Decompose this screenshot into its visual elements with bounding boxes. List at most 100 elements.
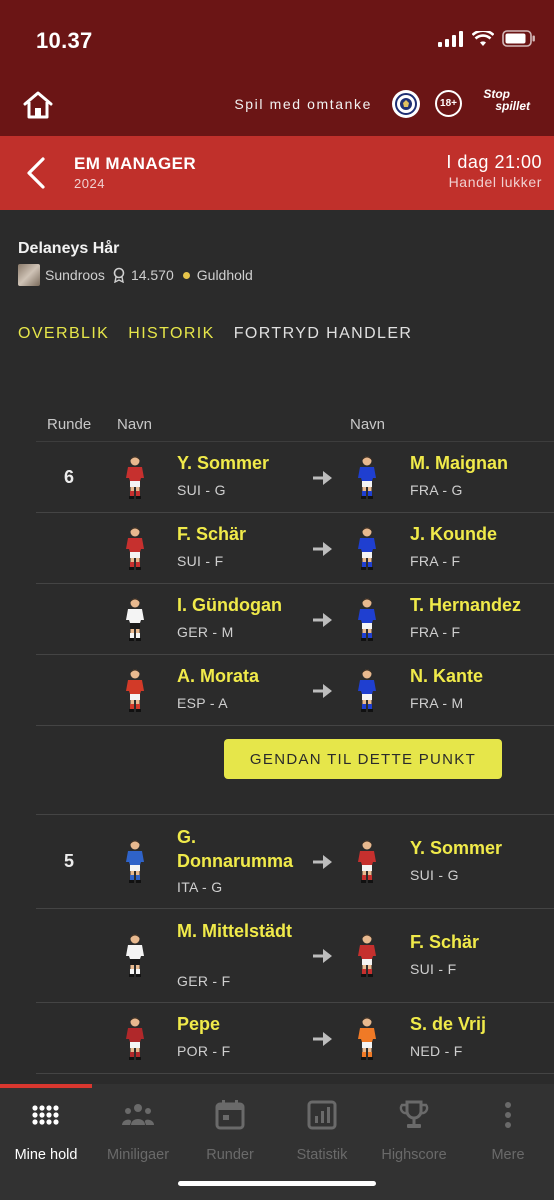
battery-icon [502, 30, 535, 47]
player-in-info: FRA - F [410, 624, 461, 640]
trophy-icon [399, 1100, 429, 1128]
player-avatar-icon [358, 934, 376, 977]
trade-row: 5 G. Donnarumma ITA - G Y. Sommer SUI - G [36, 815, 554, 909]
player-in-info: SUI - G [410, 867, 459, 883]
player-in-name[interactable]: M. Maignan [410, 451, 508, 475]
swap-arrow-icon [313, 949, 332, 963]
nav-label: Runder [206, 1147, 254, 1163]
trade-history-table: Runde Navn Navn 6 Y. Sommer SUI - G M. Maig… [36, 408, 554, 1074]
deadline-label: Handel lukker [448, 174, 542, 190]
col-header-round: Runde [47, 416, 92, 433]
trade-row: 6 Y. Sommer SUI - G M. Maignan FRA - G [36, 442, 554, 513]
player-avatar-icon [126, 456, 144, 499]
gold-dot-icon [182, 271, 190, 279]
tab-overblik[interactable]: OVERBLIK [18, 325, 109, 343]
player-in-name[interactable]: J. Kounde [410, 522, 497, 546]
more-dots-icon [505, 1102, 511, 1128]
player-in-info: FRA - G [410, 482, 463, 498]
nav-highscore[interactable]: Highscore [368, 1098, 460, 1163]
nav-label: Miniligaer [106, 1147, 170, 1163]
nav-label: Mere [491, 1147, 525, 1163]
restore-row: GENDAN TIL DETTE PUNKT [36, 726, 554, 815]
player-out-info: SUI - F [177, 553, 224, 569]
wifi-icon [472, 30, 494, 46]
player-in-info: SUI - F [410, 961, 457, 977]
group-people-icon [122, 1104, 154, 1125]
player-in-name[interactable]: F. Schär [410, 930, 479, 954]
player-out-info: ITA - G [177, 879, 223, 895]
stop-logo-line2: spillet [495, 99, 530, 113]
player-avatar-icon [358, 1017, 376, 1060]
restore-to-point-button[interactable]: GENDAN TIL DETTE PUNKT [224, 739, 502, 779]
player-out-name[interactable]: G. Donnarumma [177, 825, 307, 873]
responsible-gaming-text[interactable]: Spil med omtanke [234, 96, 372, 112]
status-time: 10.37 [36, 28, 93, 53]
nav-label: Mine hold [14, 1147, 78, 1163]
nav-label: Highscore [381, 1147, 447, 1163]
nav-mine-hold[interactable]: Mine hold [0, 1098, 92, 1163]
nav-mere[interactable]: Mere [462, 1098, 554, 1163]
age-limit-badge[interactable]: 18+ [435, 90, 462, 117]
nav-miniligaer[interactable]: Miniligaer [92, 1098, 184, 1163]
player-out-info: POR - F [177, 1043, 231, 1059]
trade-row: A. Morata ESP - A N. Kante FRA - M [36, 655, 554, 726]
nav-runder[interactable]: Runder [184, 1098, 276, 1163]
team-points: 14.570 [130, 267, 174, 283]
back-arrow-icon[interactable] [24, 156, 48, 190]
home-indicator [178, 1181, 376, 1186]
player-out-name[interactable]: Y. Sommer [177, 451, 269, 475]
signal-icon [438, 30, 463, 47]
active-tab-indicator [0, 1084, 92, 1088]
round-number: 5 [64, 851, 75, 871]
tab-fortryd-handler[interactable]: FORTRYD HANDLER [234, 325, 413, 343]
team-meta: Sundroos 14.570 Guldhold [18, 264, 253, 286]
swap-arrow-icon [313, 683, 332, 698]
home-icon[interactable] [22, 90, 54, 120]
stop-spillet-logo[interactable]: Stop spillet [483, 88, 530, 112]
player-in-name[interactable]: Y. Sommer [410, 836, 502, 860]
player-out-info: GER - F [177, 973, 231, 989]
trade-row: M. Mittelstädt GER - F F. Schär SUI - F [36, 909, 554, 1003]
player-avatar-icon [126, 1017, 144, 1060]
player-out-name[interactable]: I. Gündogan [177, 593, 282, 617]
swap-arrow-icon [313, 855, 332, 869]
player-avatar-icon [358, 598, 376, 641]
trade-groups: 6 Y. Sommer SUI - G M. Maignan FRA - G F. Sch… [36, 442, 554, 1074]
swap-arrow-icon [313, 1031, 332, 1046]
player-avatar-icon [358, 456, 376, 499]
player-out-name[interactable]: A. Morata [177, 664, 259, 688]
owner-name: Sundroos [45, 267, 105, 283]
player-in-name[interactable]: N. Kante [410, 664, 483, 688]
player-avatar-icon [126, 934, 144, 977]
swap-arrow-icon [313, 541, 332, 556]
team-name: Delaneys Hår [18, 240, 120, 257]
player-in-info: FRA - F [410, 553, 461, 569]
tab-historik[interactable]: HISTORIK [128, 325, 214, 343]
trade-row: I. Gündogan GER - M T. Hernandez FRA - F [36, 584, 554, 655]
award-icon [113, 267, 125, 283]
player-avatar-icon [358, 669, 376, 712]
col-header-name-out: Navn [117, 416, 153, 433]
game-header: EM MANAGER 2024 I dag 21:00 Handel lukke… [0, 136, 554, 210]
player-out-name[interactable]: Pepe [177, 1012, 220, 1036]
nav-statistik[interactable]: Statistik [276, 1098, 368, 1163]
owner-avatar [18, 264, 40, 286]
statistics-icon [307, 1100, 337, 1130]
round-number: 6 [64, 466, 75, 487]
table-header: Runde Navn Navn [36, 408, 554, 442]
player-avatar-icon [126, 669, 144, 712]
swap-arrow-icon [313, 612, 332, 627]
col-header-name-in: Navn [350, 416, 386, 433]
calendar-icon [215, 1100, 245, 1130]
gambling-authority-seal-icon[interactable] [392, 90, 420, 118]
player-in-name[interactable]: T. Hernandez [410, 593, 521, 617]
player-out-name[interactable]: F. Schär [177, 522, 246, 546]
player-avatar-icon [358, 840, 376, 883]
deadline-time: I dag 21:00 [446, 152, 542, 172]
player-out-name[interactable]: M. Mittelstädt [177, 919, 307, 943]
player-in-info: FRA - M [410, 695, 464, 711]
nav-label: Statistik [296, 1147, 348, 1163]
player-in-name[interactable]: S. de Vrij [410, 1012, 486, 1036]
trade-row: F. Schär SUI - F J. Kounde FRA - F [36, 513, 554, 584]
grid-dots-icon [32, 1105, 59, 1125]
